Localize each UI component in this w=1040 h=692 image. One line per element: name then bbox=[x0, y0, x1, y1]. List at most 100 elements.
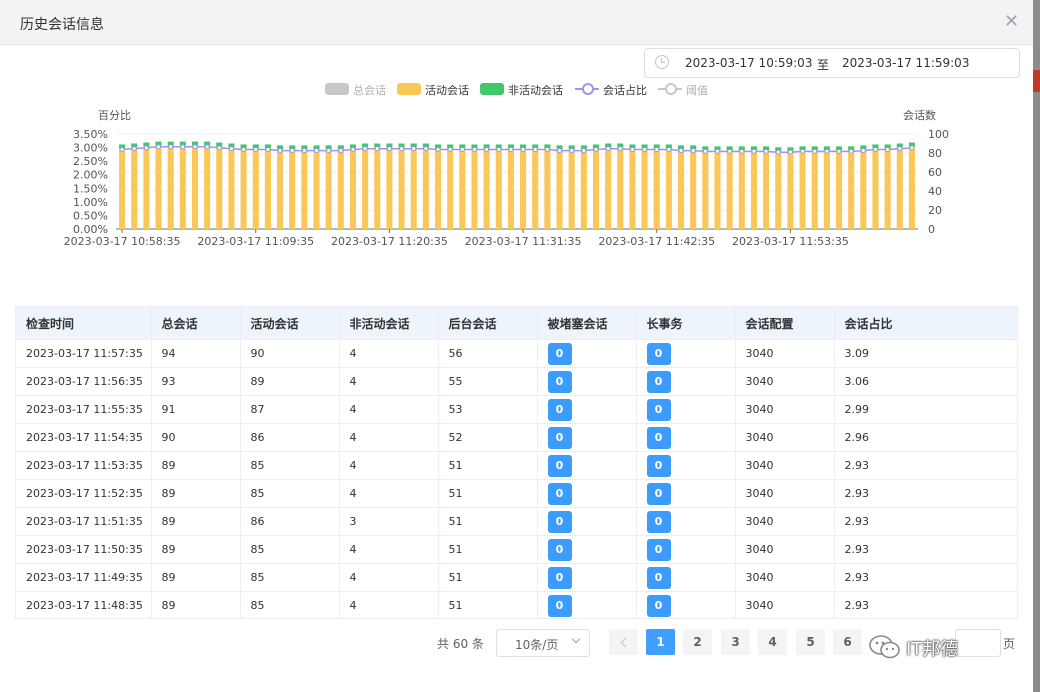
ratio-point bbox=[690, 148, 696, 154]
blocked-sessions-button[interactable]: 0 bbox=[547, 342, 572, 365]
active-session-bar bbox=[702, 150, 709, 229]
table-row[interactable]: 2023-03-17 11:57:35 94 90 4 56 0 0 3040 3.09 bbox=[16, 339, 1017, 368]
page-button-1[interactable]: 1 bbox=[646, 629, 675, 655]
ratio-point bbox=[678, 148, 684, 154]
column-header: 被堵塞会话 bbox=[537, 307, 637, 340]
blocked-sessions-button[interactable]: 0 bbox=[547, 482, 572, 505]
long-transaction-button[interactable]: 0 bbox=[646, 398, 671, 421]
ratio-point bbox=[326, 148, 332, 154]
goto-page-input[interactable] bbox=[955, 629, 1001, 657]
blocked-sessions-button[interactable]: 0 bbox=[547, 398, 572, 421]
end-date-input[interactable]: 2023-03-17 11:59:03 bbox=[842, 56, 969, 70]
table-row[interactable]: 2023-03-17 11:56:35 93 89 4 55 0 0 3040 3.06 bbox=[16, 367, 1017, 396]
page-size-select[interactable]: 10条/页 bbox=[496, 629, 590, 657]
ratio-point bbox=[143, 145, 149, 151]
long-transaction-button[interactable]: 0 bbox=[646, 510, 671, 533]
table-row[interactable]: 2023-03-17 11:55:35 91 87 4 53 0 0 3040 2.99 bbox=[16, 395, 1017, 424]
ratio-point bbox=[642, 146, 648, 152]
blocked-sessions-button[interactable]: 0 bbox=[547, 538, 572, 561]
table-cell: 0 bbox=[636, 563, 736, 592]
start-date-input[interactable]: 2023-03-17 10:59:03 bbox=[685, 56, 812, 70]
page-button-5[interactable]: 5 bbox=[796, 629, 825, 655]
table-cell: 2.96 bbox=[834, 423, 1017, 452]
ratio-point bbox=[435, 146, 441, 152]
table-cell: 89 bbox=[151, 535, 241, 564]
table-cell: 2023-03-17 11:53:35 bbox=[16, 451, 152, 480]
blocked-sessions-button[interactable]: 0 bbox=[547, 454, 572, 477]
ratio-point bbox=[775, 149, 781, 155]
active-session-bar bbox=[313, 149, 320, 229]
table-row[interactable]: 2023-03-17 11:53:35 89 85 4 51 0 0 3040 2.93 bbox=[16, 451, 1017, 480]
active-session-bar bbox=[471, 148, 478, 229]
ratio-point bbox=[569, 148, 575, 154]
table-row[interactable]: 2023-03-17 11:52:35 89 85 4 51 0 0 3040 2.93 bbox=[16, 479, 1017, 508]
table-row[interactable]: 2023-03-17 11:48:35 89 85 4 51 0 0 3040 2.93 bbox=[16, 591, 1017, 618]
long-transaction-button[interactable]: 0 bbox=[646, 342, 671, 365]
long-transaction-button[interactable]: 0 bbox=[646, 482, 671, 505]
y-left-tick-label: 0.50% bbox=[73, 209, 108, 222]
blocked-sessions-button[interactable]: 0 bbox=[547, 566, 572, 589]
table-cell: 3040 bbox=[735, 507, 835, 536]
active-session-bar bbox=[119, 148, 126, 229]
active-session-bar bbox=[860, 149, 867, 229]
table-cell: 0 bbox=[636, 451, 736, 480]
x-axis-ticks: 2023-03-17 10:58:35 2023-03-17 11:09:35 20… bbox=[64, 229, 849, 248]
page-size-value: 10条/页 bbox=[515, 638, 559, 652]
y-left-tick-label: 1.50% bbox=[73, 182, 108, 195]
long-transaction-button[interactable]: 0 bbox=[646, 566, 671, 589]
y-left-tick-label: 1.00% bbox=[73, 196, 108, 209]
ratio-point bbox=[654, 146, 660, 152]
table-cell: 85 bbox=[240, 563, 340, 592]
blocked-sessions-button[interactable]: 0 bbox=[547, 510, 572, 533]
long-transaction-button[interactable]: 0 bbox=[646, 594, 671, 617]
table-row[interactable]: 2023-03-17 11:51:35 89 86 3 51 0 0 3040 2.93 bbox=[16, 507, 1017, 536]
table-cell: 4 bbox=[339, 451, 439, 480]
chevron-left-icon bbox=[620, 637, 630, 648]
active-session-bar bbox=[362, 147, 369, 229]
page-button-2[interactable]: 2 bbox=[683, 629, 712, 655]
blocked-sessions-button[interactable]: 0 bbox=[547, 370, 572, 393]
column-header: 会话占比 bbox=[834, 307, 1017, 340]
ratio-point bbox=[350, 146, 356, 152]
active-session-bar bbox=[131, 147, 138, 229]
active-session-bar bbox=[216, 146, 223, 229]
background-page-edge bbox=[1033, 0, 1040, 692]
active-session-bar bbox=[447, 148, 454, 229]
table-cell: 52 bbox=[438, 423, 538, 452]
blocked-sessions-button[interactable]: 0 bbox=[547, 594, 572, 617]
y-right-tick-label: 100 bbox=[928, 128, 949, 141]
table-row[interactable]: 2023-03-17 11:49:35 89 85 4 51 0 0 3040 2.93 bbox=[16, 563, 1017, 592]
chart-legend: 总会话 活动会话 非活动会话 会话占比 阈值 bbox=[0, 82, 1033, 98]
y-right-tick-label: 80 bbox=[928, 147, 942, 160]
ratio-point bbox=[605, 146, 611, 152]
x-tick-label: 2023-03-17 10:58:35 bbox=[64, 235, 181, 248]
table-cell: 4 bbox=[339, 563, 439, 592]
long-transaction-button[interactable]: 0 bbox=[646, 538, 671, 561]
active-session-bar bbox=[422, 147, 429, 229]
date-range-picker[interactable]: 2023-03-17 10:59:03 至 2023-03-17 11:59:0… bbox=[644, 48, 1020, 78]
active-session-bar bbox=[592, 148, 600, 229]
table-cell: 89 bbox=[151, 507, 241, 536]
page-button-6[interactable]: 6 bbox=[833, 629, 862, 655]
ratio-point bbox=[812, 148, 818, 154]
active-session-bar bbox=[240, 148, 247, 229]
table-row[interactable]: 2023-03-17 11:54:35 90 86 4 52 0 0 3040 2.96 bbox=[16, 423, 1017, 452]
page-button-4[interactable]: 4 bbox=[758, 629, 787, 655]
active-session-bar bbox=[143, 146, 150, 229]
y-right-tick-label: 0 bbox=[928, 223, 935, 236]
long-transaction-button[interactable]: 0 bbox=[646, 454, 671, 477]
table-body: 2023-03-17 11:57:35 94 90 4 56 0 0 3040 3.09 2023… bbox=[16, 339, 1017, 618]
table-cell: 90 bbox=[240, 339, 340, 368]
active-session-bar bbox=[908, 146, 915, 229]
blocked-sessions-button[interactable]: 0 bbox=[547, 426, 572, 449]
close-icon[interactable]: ✕ bbox=[1004, 11, 1019, 32]
table-row[interactable]: 2023-03-17 11:50:35 89 85 4 51 0 0 3040 2.93 bbox=[16, 535, 1017, 564]
table-cell: 2023-03-17 11:48:35 bbox=[16, 591, 152, 618]
long-transaction-button[interactable]: 0 bbox=[646, 426, 671, 449]
prev-page-button[interactable] bbox=[609, 629, 638, 655]
page-button-3[interactable]: 3 bbox=[721, 629, 750, 655]
long-transaction-button[interactable]: 0 bbox=[646, 370, 671, 393]
table-cell: 0 bbox=[537, 395, 637, 424]
x-tick-label: 2023-03-17 11:09:35 bbox=[197, 235, 314, 248]
table-cell: 2.99 bbox=[834, 395, 1017, 424]
